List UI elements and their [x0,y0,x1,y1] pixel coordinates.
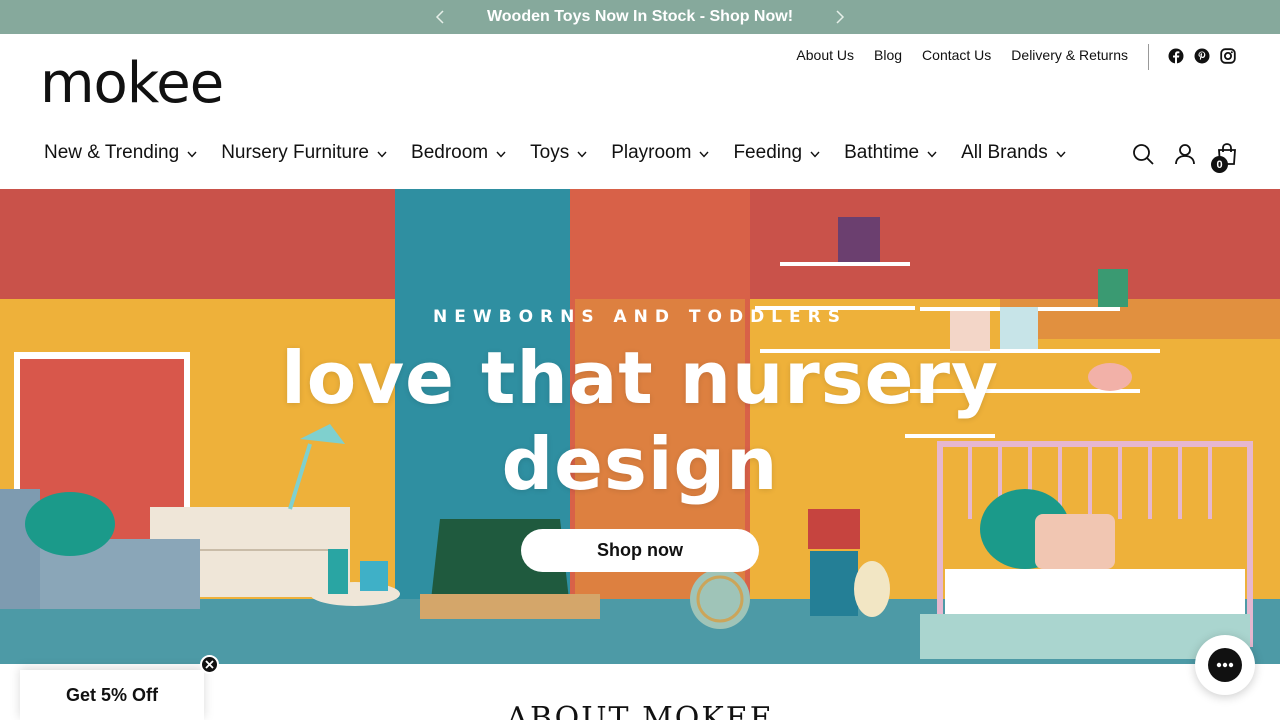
nav-item-label: Bedroom [411,142,489,163]
logo[interactable]: mokee [40,56,224,112]
nav-item-label: Nursery Furniture [221,142,370,163]
instagram-icon[interactable] [1220,48,1236,64]
hero-eyebrow: NEWBORNS AND TODDLERS [433,307,847,327]
chevron-right-icon[interactable] [830,7,850,27]
nav-item-label: All Brands [961,142,1048,163]
chevron-down-icon [699,151,709,158]
chevron-down-icon [187,151,197,158]
chevron-down-icon [927,151,937,158]
link-contact-us[interactable]: Contact Us [922,47,991,63]
cart-count-badge: 0 [1211,156,1228,173]
link-blog[interactable]: Blog [874,47,902,63]
chevron-down-icon [496,151,506,158]
nav-item-bedroom[interactable]: Bedroom [411,142,506,164]
hero-title-line-2: design [501,422,779,506]
facebook-icon[interactable] [1168,48,1184,64]
nav-item-new-trending[interactable]: New & Trending [44,142,197,164]
chat-icon [1208,648,1242,682]
chevron-down-icon [377,151,387,158]
shop-now-button[interactable]: Shop now [521,529,759,572]
nav-item-label: Bathtime [844,142,920,163]
chevron-down-icon [1056,151,1066,158]
hero-title-line-1: love that nursery [281,336,999,420]
nav-item-playroom[interactable]: Playroom [611,142,709,164]
site-header: mokee About Us Blog Contact Us Delivery … [0,34,1280,189]
hero-title: love that nursery design [281,335,999,507]
main-nav: New & Trending Nursery Furniture Bedroom… [44,142,1090,164]
utility-divider [1148,44,1149,70]
chevron-down-icon [577,151,587,158]
announcement-text[interactable]: Wooden Toys Now In Stock - Shop Now! [487,8,793,26]
nav-item-feeding[interactable]: Feeding [733,142,820,164]
account-icon[interactable] [1173,142,1197,166]
chevron-down-icon [810,151,820,158]
cart-icon[interactable]: 0 [1211,142,1239,173]
chat-button[interactable] [1195,635,1255,695]
nav-item-label: New & Trending [44,142,180,163]
hero-content: NEWBORNS AND TODDLERS love that nursery … [0,189,1280,664]
link-about-us[interactable]: About Us [796,47,854,63]
nav-item-label: Feeding [733,142,803,163]
utility-links: About Us Blog Contact Us Delivery & Retu… [796,47,1128,63]
social-links [1168,48,1236,64]
nav-item-nursery-furniture[interactable]: Nursery Furniture [221,142,387,164]
nav-item-all-brands[interactable]: All Brands [961,142,1066,164]
nav-item-bathtime[interactable]: Bathtime [844,142,937,164]
header-icons: 0 [1131,142,1239,173]
pinterest-icon[interactable] [1194,48,1210,64]
search-icon[interactable] [1131,142,1155,166]
nav-item-label: Toys [530,142,570,163]
nav-item-label: Playroom [611,142,692,163]
close-icon[interactable] [200,655,219,674]
nav-item-toys[interactable]: Toys [530,142,587,164]
discount-tab[interactable]: Get 5% Off [20,670,204,720]
link-delivery-returns[interactable]: Delivery & Returns [1011,47,1128,63]
chevron-left-icon[interactable] [430,7,450,27]
announcement-bar: Wooden Toys Now In Stock - Shop Now! [0,0,1280,34]
hero-banner: NEWBORNS AND TODDLERS love that nursery … [0,189,1280,664]
